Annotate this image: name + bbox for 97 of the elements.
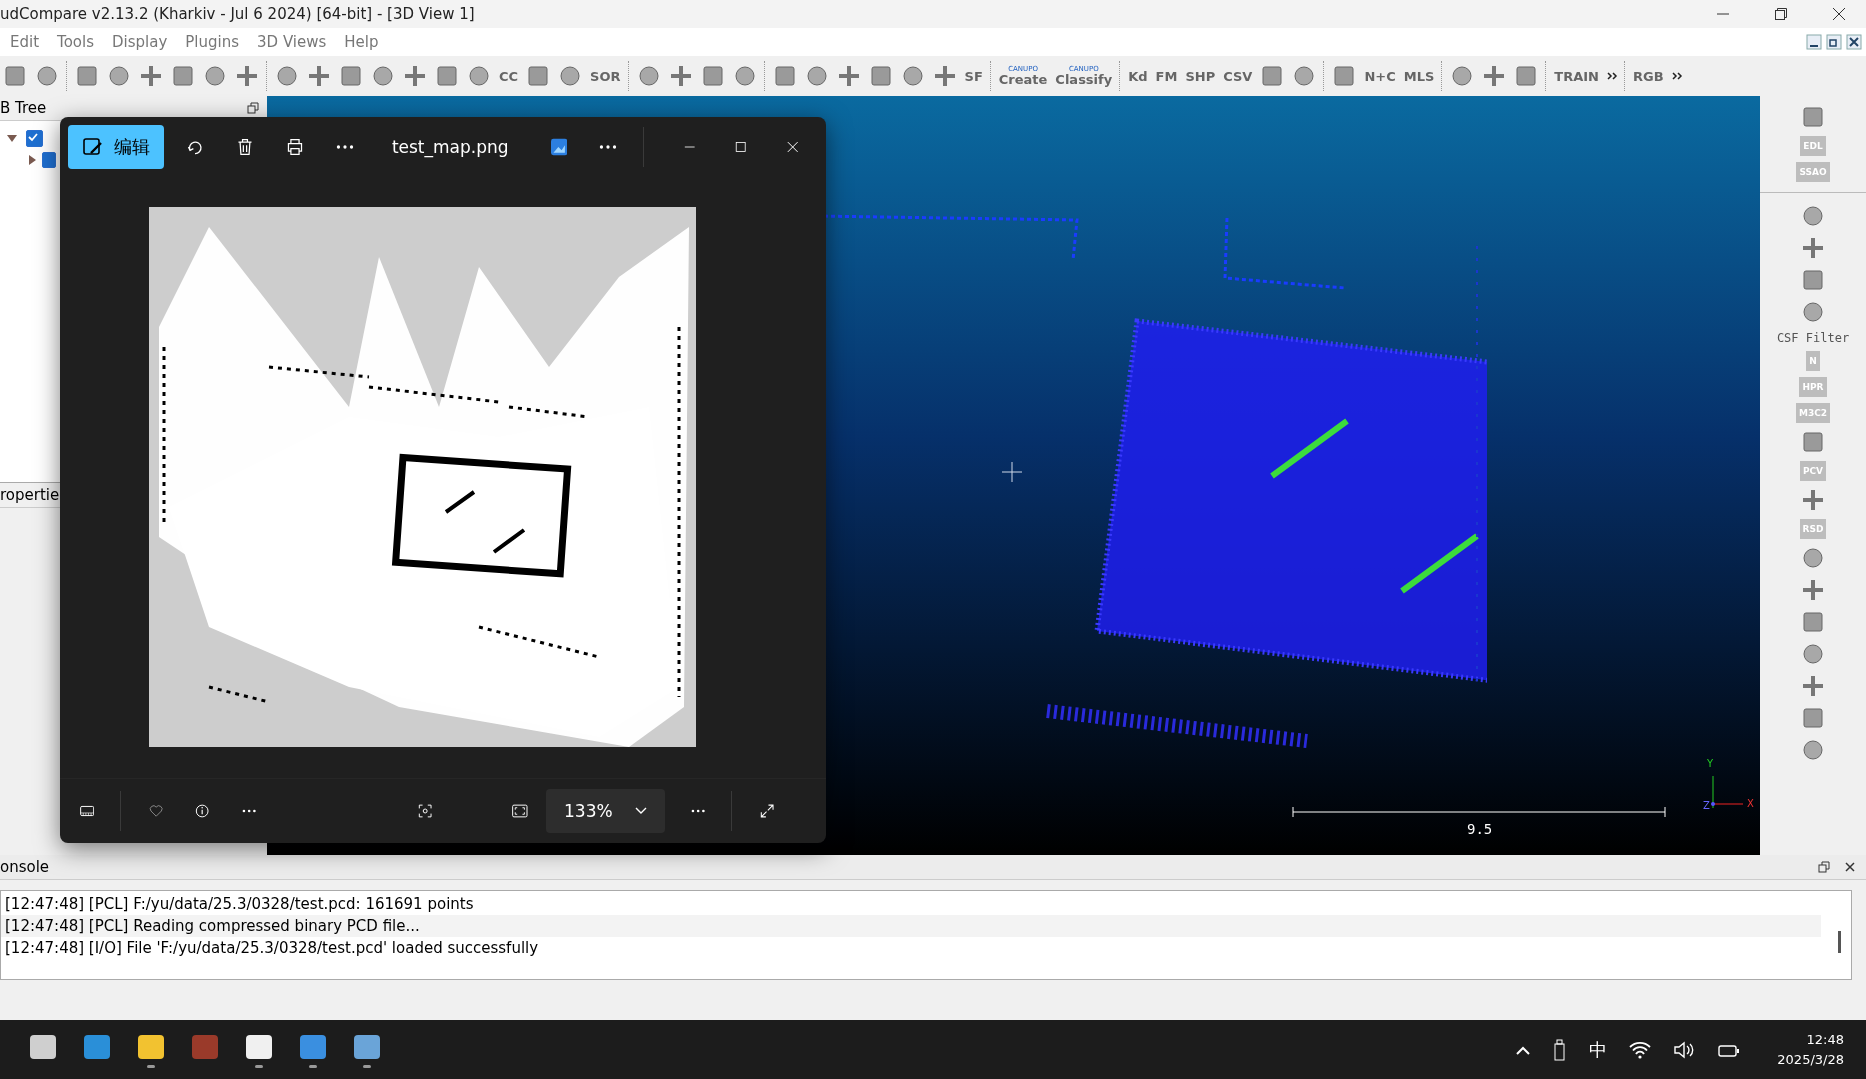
- checkbox[interactable]: [42, 152, 56, 168]
- cross-icon[interactable]: [138, 63, 164, 89]
- app-icon[interactable]: [550, 137, 567, 157]
- more-icon[interactable]: [335, 144, 354, 150]
- log-line: [12:47:48] [I/O] File 'F:/yu/data/25.3/0328/test.pcd' loaded successfully: [4, 938, 540, 959]
- file-name: test_map.png: [391, 137, 509, 157]
- tool-button[interactable]: CSV: [1222, 69, 1254, 83]
- tool-button[interactable]: SOR: [589, 69, 622, 83]
- edit-button[interactable]: 编辑: [68, 125, 164, 169]
- menu-item[interactable]: Plugins: [176, 33, 249, 51]
- scale-label: 9.5: [1467, 821, 1493, 837]
- circle-icon[interactable]: [274, 63, 300, 89]
- square-icon[interactable]: [338, 63, 364, 89]
- tool-button[interactable]: MLS: [1402, 69, 1436, 83]
- tool-button[interactable]: SHP: [1184, 69, 1217, 83]
- circle-icon[interactable]: [466, 63, 492, 89]
- menu-item[interactable]: Edit: [0, 33, 49, 51]
- tool-button[interactable]: FM: [1154, 69, 1179, 83]
- cross-icon[interactable]: [1800, 487, 1826, 513]
- more-icon[interactable]: [598, 144, 617, 150]
- square-icon[interactable]: [1800, 429, 1826, 455]
- zoom-dropdown[interactable]: 133%: [546, 789, 665, 833]
- square-icon[interactable]: [2, 63, 28, 89]
- menu-item[interactable]: Display: [103, 33, 177, 51]
- circle-icon[interactable]: [1800, 545, 1826, 571]
- square-icon[interactable]: [1800, 267, 1826, 293]
- crosshair-icon: [1002, 462, 1022, 482]
- float-icon[interactable]: [247, 102, 259, 114]
- chevron-icon[interactable]: [1606, 70, 1618, 82]
- axis-label: Y: [1707, 758, 1714, 769]
- circle-icon[interactable]: [1800, 299, 1826, 325]
- scrollbar[interactable]: [1838, 931, 1841, 953]
- axis-label: X: [1747, 798, 1754, 809]
- close-icon[interactable]: [1844, 861, 1856, 873]
- expand-arrow-icon[interactable]: [26, 154, 38, 166]
- volume-icon[interactable]: [1673, 1040, 1696, 1059]
- running-indicator: [255, 1064, 263, 1068]
- circle-icon[interactable]: [1800, 203, 1826, 229]
- circle-icon[interactable]: [202, 63, 228, 89]
- chevron-up-icon[interactable]: [1515, 1044, 1532, 1055]
- window-title: udCompare v2.13.2 (Kharkiv - Jul 6 2024) [64-bit] - [3D View 1]: [0, 5, 475, 23]
- circle-icon[interactable]: [370, 63, 396, 89]
- running-indicator: [147, 1064, 155, 1068]
- clock-date[interactable]: 2025/3/28: [1777, 1049, 1844, 1070]
- tool-button[interactable]: TRAIN: [1553, 69, 1600, 83]
- panel-title: onsole: [0, 858, 50, 876]
- maximize-icon[interactable]: [735, 140, 747, 154]
- log-line: [12:47:48] [PCL] F:/yu/data/25.3/0328/test.pcd: 161691 points: [4, 894, 475, 915]
- expand-arrow-icon[interactable]: [6, 132, 18, 144]
- panel-title: ropertie: [0, 486, 60, 504]
- cross-icon[interactable]: [1800, 235, 1826, 261]
- circle-icon[interactable]: [1800, 737, 1826, 763]
- tool-button[interactable]: N+C: [1363, 69, 1397, 83]
- fit-icon[interactable]: [512, 801, 529, 821]
- wifi-icon[interactable]: [1629, 1040, 1652, 1059]
- square-icon[interactable]: [434, 63, 460, 89]
- menu-item[interactable]: 3D Views: [248, 33, 336, 51]
- chevron-down-icon: [634, 807, 647, 815]
- running-indicator: [363, 1064, 371, 1068]
- panel-title: B Tree: [0, 99, 47, 117]
- restore-icon[interactable]: [1774, 7, 1788, 21]
- cross-icon[interactable]: [1800, 577, 1826, 603]
- close-icon[interactable]: [1832, 7, 1846, 21]
- menu-item[interactable]: Tools: [48, 33, 103, 51]
- tool-button[interactable]: RGB: [1632, 69, 1665, 83]
- cross-icon[interactable]: [306, 63, 332, 89]
- tool-button[interactable]: SF: [963, 69, 984, 83]
- circle-icon[interactable]: [1800, 641, 1826, 667]
- more-icon[interactable]: [690, 808, 705, 814]
- cross-icon[interactable]: [234, 63, 260, 89]
- checkbox[interactable]: [26, 129, 43, 147]
- usb-drive-icon[interactable]: [1553, 1038, 1568, 1061]
- circle-icon[interactable]: [106, 63, 132, 89]
- circle-icon[interactable]: [34, 63, 60, 89]
- input-method-indicator[interactable]: 中: [1589, 1037, 1608, 1062]
- chevron-icon[interactable]: [1670, 70, 1683, 82]
- square-icon[interactable]: [1800, 104, 1826, 130]
- cross-icon[interactable]: [402, 63, 428, 89]
- cross-icon[interactable]: [1800, 673, 1826, 699]
- menu-item[interactable]: Help: [335, 33, 388, 51]
- running-indicator: [309, 1064, 317, 1068]
- close-icon[interactable]: [1846, 34, 1862, 50]
- tool-label[interactable]: CSF Filter: [1776, 331, 1850, 345]
- square-icon[interactable]: [1800, 609, 1826, 635]
- tool-button[interactable]: Kd: [1127, 69, 1149, 83]
- axis-label: Z: [1703, 800, 1710, 811]
- square-icon[interactable]: [170, 63, 196, 89]
- square-icon[interactable]: [1800, 705, 1826, 731]
- float-icon[interactable]: [1818, 861, 1830, 873]
- print-icon[interactable]: [285, 136, 304, 158]
- tool-button[interactable]: CC: [498, 69, 520, 83]
- delete-icon[interactable]: [235, 136, 254, 158]
- edit-icon: [82, 136, 104, 158]
- square-icon[interactable]: [74, 63, 100, 89]
- more-icon[interactable]: [241, 808, 257, 814]
- clock-time[interactable]: 12:48: [1806, 1029, 1844, 1050]
- minimize-icon[interactable]: [1806, 34, 1822, 50]
